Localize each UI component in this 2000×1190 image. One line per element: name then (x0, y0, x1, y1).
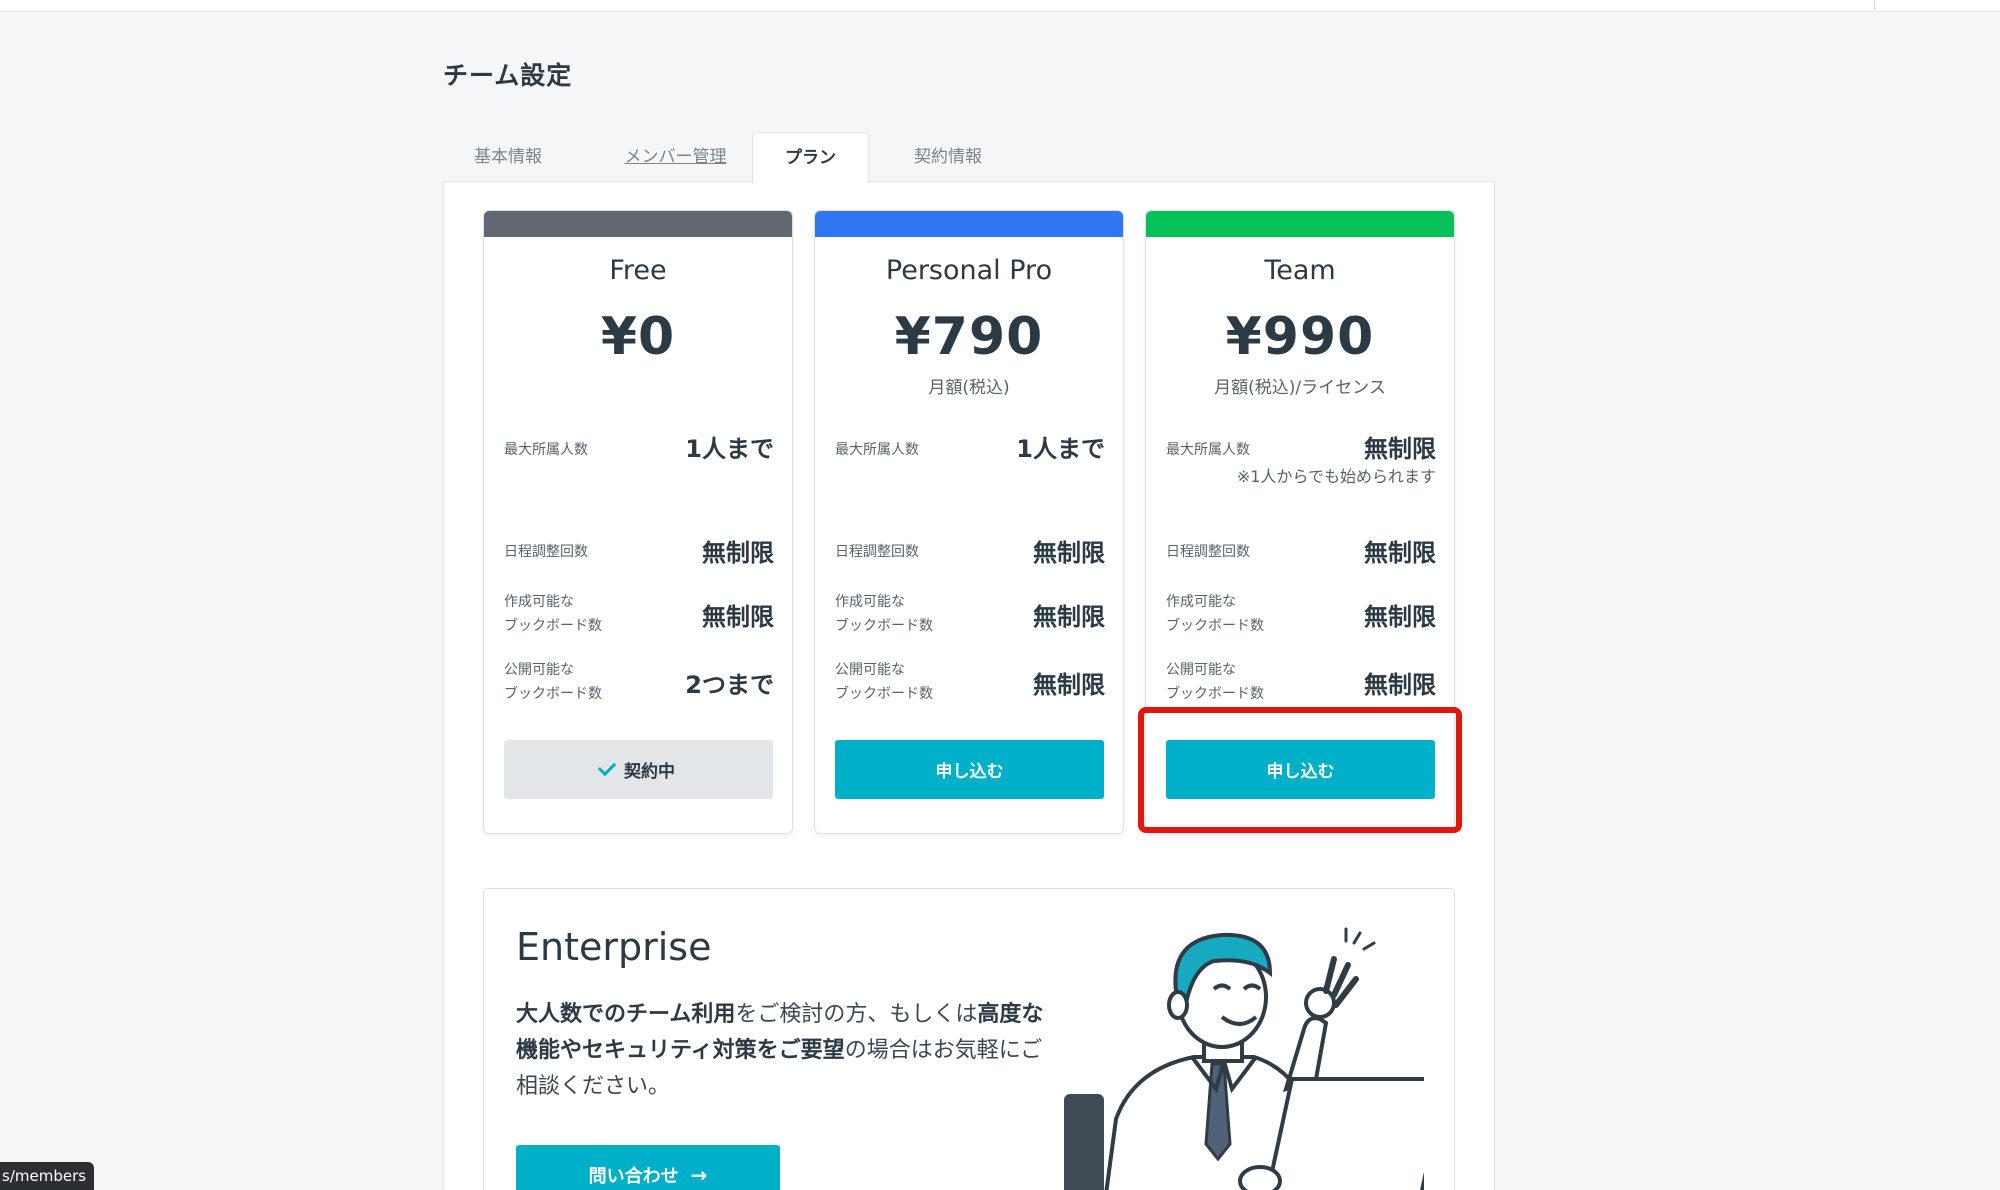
row-value: 無制限 (1364, 671, 1436, 699)
row-label: ブックボード数 (1166, 686, 1264, 702)
button-label: 申し込む (935, 762, 1004, 782)
row-creatable-boards: 作成可能な ブックボード数 無制限 (504, 591, 774, 641)
button-label: 契約中 (624, 762, 675, 782)
plan-price: ¥990 (1225, 307, 1375, 367)
tab-basic-info[interactable]: 基本情報 (443, 132, 573, 183)
row-publishable-boards: 公開可能な ブックボード数 無制限 (835, 659, 1105, 709)
row-max-members: 最大所属人数 1人まで (835, 435, 1105, 495)
row-label: 日程調整回数 (1166, 544, 1250, 560)
current-plan-button[interactable]: 契約中 (504, 740, 773, 799)
row-publishable-boards: 公開可能な ブックボード数 無制限 (1166, 659, 1436, 709)
row-value: 無制限 (702, 603, 774, 631)
top-bar-divider (1874, 0, 1875, 10)
row-label: 日程調整回数 (835, 544, 919, 560)
row-publishable-boards: 公開可能な ブックボード数 2つまで (504, 659, 774, 709)
apply-button-personal-pro[interactable]: 申し込む (835, 740, 1104, 799)
row-label: 公開可能な (835, 662, 905, 678)
row-label: ブックボード数 (835, 686, 933, 702)
plan-price-note: 月額(税込)/ライセンス (1214, 378, 1386, 398)
row-note: ※1人からでも始められます (1236, 467, 1436, 486)
row-label: 公開可能な (504, 662, 574, 678)
row-value: 2つまで (685, 671, 774, 699)
row-value: 無制限 (1033, 671, 1105, 699)
row-schedule-count: 日程調整回数 無制限 (835, 537, 1105, 571)
plan-price: ¥790 (894, 307, 1044, 367)
row-value: 無制限 (1364, 603, 1436, 631)
row-label: 作成可能な (1166, 594, 1236, 610)
row-value: 無制限 (1364, 539, 1436, 567)
row-label: 作成可能な (835, 594, 905, 610)
row-max-members: 最大所属人数 1人まで (504, 435, 774, 495)
arrow-right-icon: → (690, 1163, 708, 1187)
plan-card-free: Free ¥0 最大所属人数 1人まで 日程調整回数 無制限 作成可能な ブック… (483, 210, 793, 834)
plan-price: ¥0 (600, 307, 676, 367)
row-value: 無制限 (1364, 435, 1436, 463)
row-schedule-count: 日程調整回数 無制限 (1166, 537, 1436, 571)
row-label: 公開可能な (1166, 662, 1236, 678)
plan-name: Free (609, 255, 667, 286)
status-bar-url: s/members (0, 1162, 95, 1190)
row-value: 無制限 (1033, 539, 1105, 567)
plan-color-band (1146, 211, 1454, 237)
row-creatable-boards: 作成可能な ブックボード数 無制限 (1166, 591, 1436, 641)
plan-color-band (815, 211, 1123, 237)
settings-tabs: 基本情報 メンバー管理 プラン 契約情報 (443, 132, 1495, 183)
plan-name: Personal Pro (885, 255, 1053, 286)
enterprise-description: 大人数でのチーム利用をご検討の方、もしくは高度な機能やセキュリティ対策をご要望の… (516, 997, 1061, 1105)
row-max-members: 最大所属人数 無制限 ※1人からでも始められます (1166, 435, 1436, 495)
plan-card-personal-pro: Personal Pro ¥790 月額(税込) 最大所属人数 1人まで 日程調… (814, 210, 1124, 834)
row-value: 無制限 (1033, 603, 1105, 631)
row-value: 1人まで (1016, 435, 1105, 463)
row-label: ブックボード数 (1166, 618, 1264, 634)
row-value: 1人まで (685, 435, 774, 463)
row-label: 最大所属人数 (835, 442, 919, 458)
row-label: ブックボード数 (504, 686, 602, 702)
row-label: ブックボード数 (504, 618, 602, 634)
businessman-illustration (1064, 927, 1424, 1190)
plan-price-note: 月額(税込) (928, 378, 1010, 398)
plan-color-band (484, 211, 792, 237)
row-label: 最大所属人数 (504, 442, 588, 458)
plan-name: Team (1264, 255, 1336, 286)
plan-price-note (484, 373, 792, 395)
desc-emphasis: 大人数でのチーム利用 (516, 1002, 736, 1027)
tab-member-management[interactable]: メンバー管理 (603, 132, 748, 183)
highlight-box (1138, 707, 1462, 833)
row-schedule-count: 日程調整回数 無制限 (504, 537, 774, 571)
row-value: 無制限 (702, 539, 774, 567)
tab-plan[interactable]: プラン (752, 132, 869, 183)
row-creatable-boards: 作成可能な ブックボード数 無制限 (835, 591, 1105, 641)
button-label: 問い合わせ (588, 1166, 679, 1187)
row-label: ブックボード数 (835, 618, 933, 634)
check-icon (597, 757, 617, 776)
enterprise-title: Enterprise (516, 925, 712, 969)
row-label: 最大所属人数 (1166, 442, 1250, 458)
contact-button[interactable]: 問い合わせ → (516, 1145, 780, 1190)
row-label: 作成可能な (504, 594, 574, 610)
page-title: チーム設定 (443, 61, 573, 90)
row-label: 日程調整回数 (504, 544, 588, 560)
enterprise-card: Enterprise 大人数でのチーム利用をご検討の方、もしくは高度な機能やセキ… (483, 888, 1455, 1190)
tab-contract-info[interactable]: 契約情報 (883, 132, 1013, 183)
desc-text: をご検討の方、もしくは (735, 1002, 978, 1027)
top-bar (0, 0, 2000, 12)
